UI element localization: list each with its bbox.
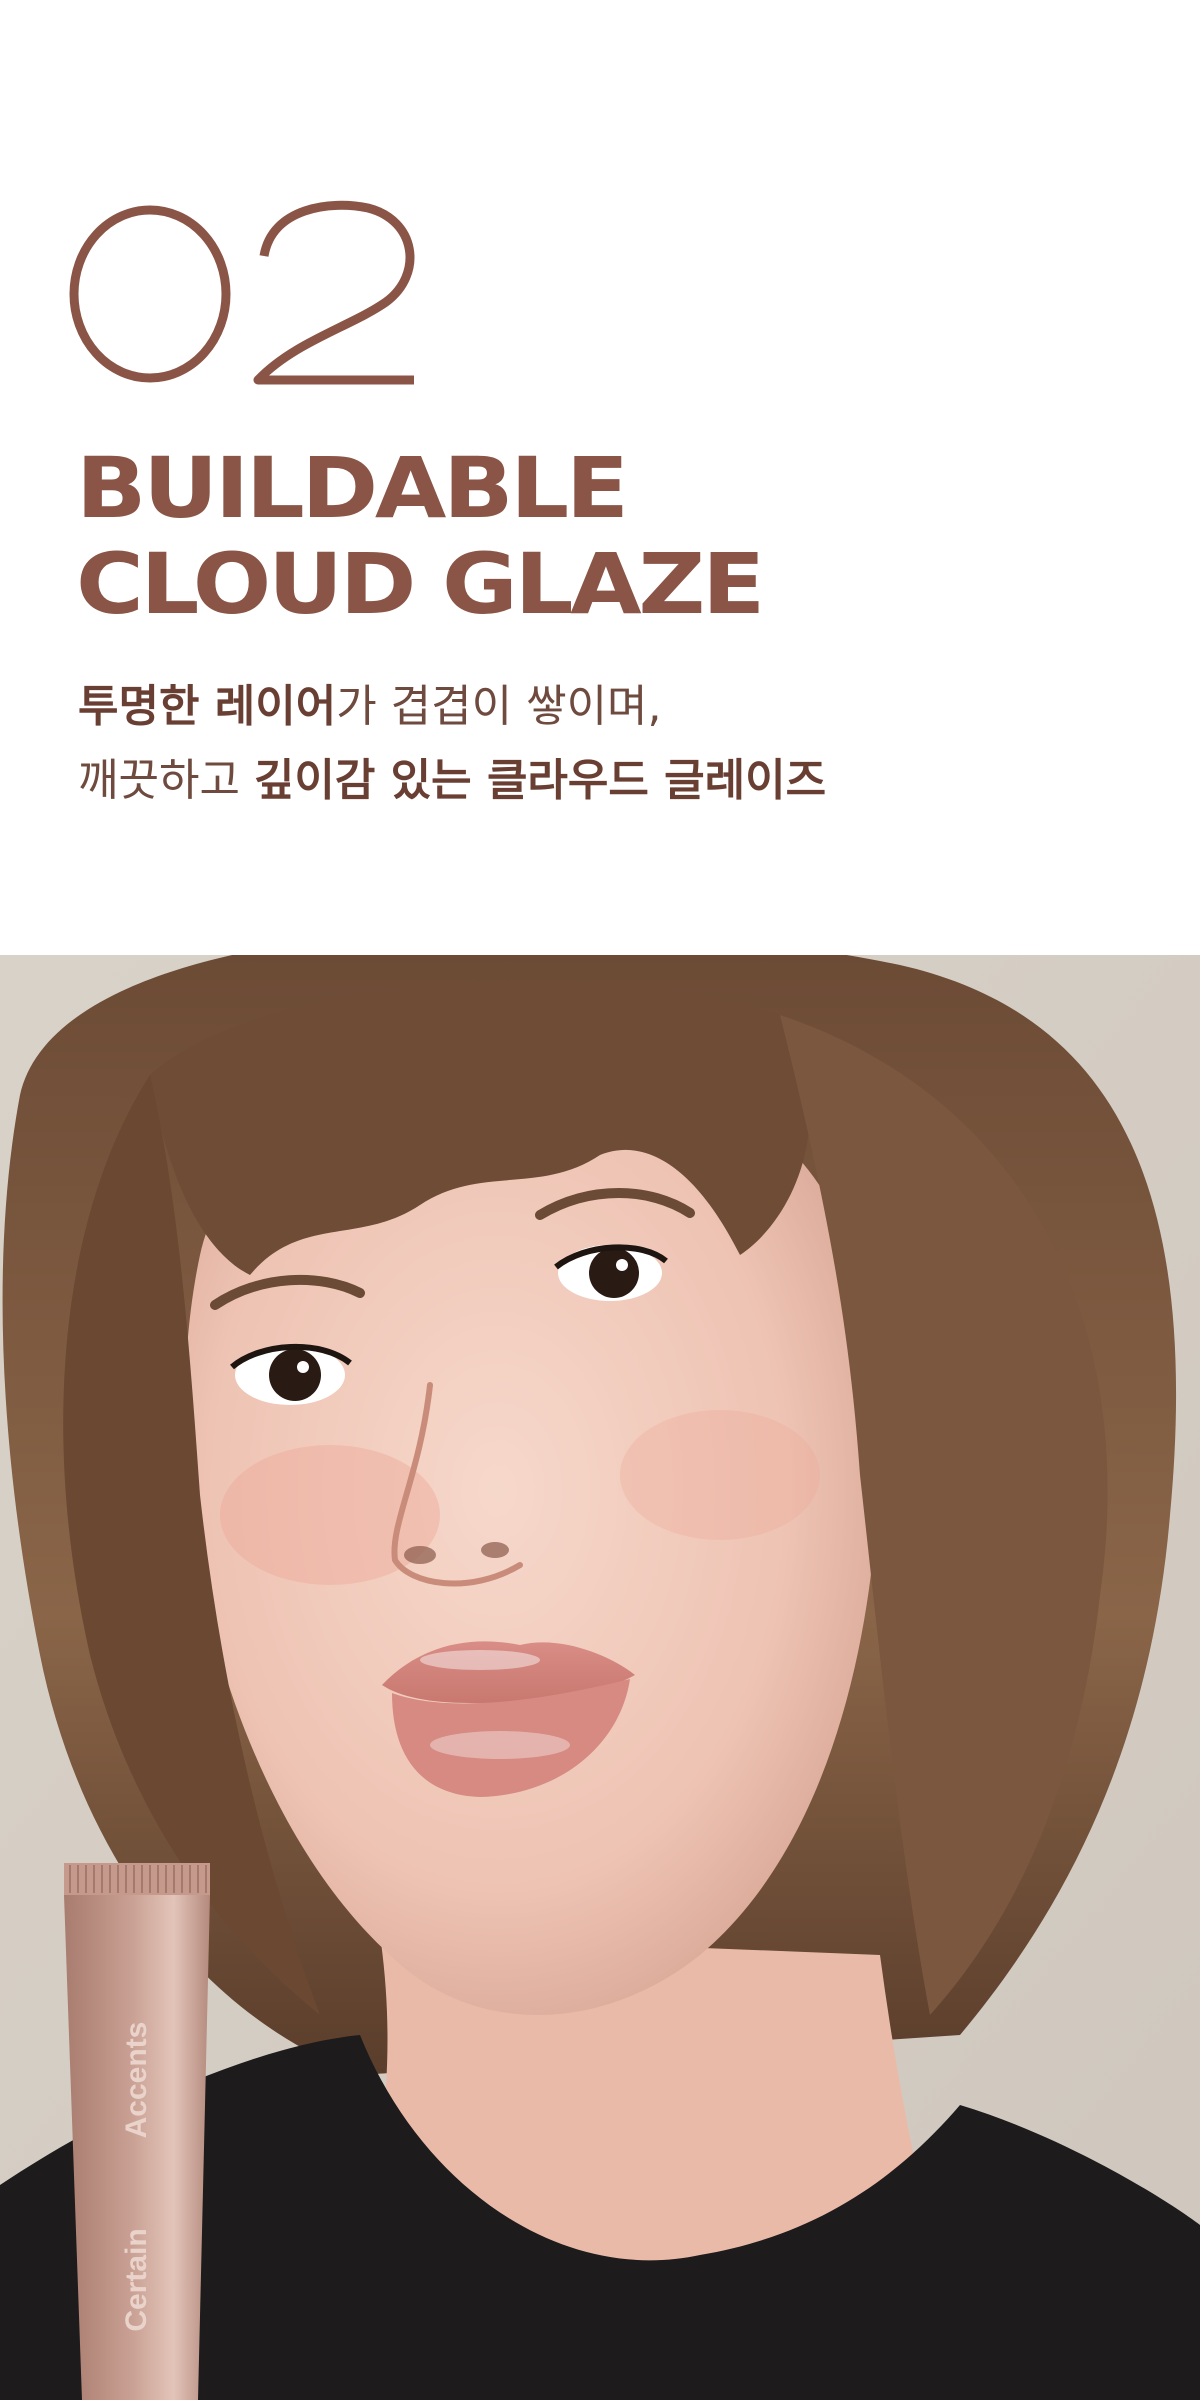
body-line-1-regular: 가 겹겹이 쌓이며, <box>336 681 662 732</box>
body-line-2-regular: 깨끗하고 <box>78 755 254 806</box>
section-number-graphic <box>69 200 415 385</box>
tube-label-certain: Certain <box>120 2228 153 2331</box>
product-tube: Accents Certain <box>64 1863 210 2400</box>
body-line-1: 투명한 레이어가 겹겹이 쌓이며, <box>78 670 1128 744</box>
headline-line-1: BUILDABLE <box>76 439 629 537</box>
body-line-2-emphasis: 깊이감 있는 클라우드 글레이즈 <box>253 755 827 806</box>
model-photo: Accents Certain <box>0 955 1200 2400</box>
model-photo-illustration: Accents Certain <box>0 955 1200 2400</box>
headline: BUILDABLE CLOUD GLAZE <box>76 440 1176 632</box>
body-line-2: 깨끗하고 깊이감 있는 클라우드 글레이즈 <box>78 744 1128 818</box>
tube-label-accents: Accents <box>120 2022 153 2139</box>
body-line-1-emphasis: 투명한 레이어 <box>78 681 337 732</box>
body-copy: 투명한 레이어가 겹겹이 쌓이며, 깨끗하고 깊이감 있는 클라우드 글레이즈 <box>78 670 1128 818</box>
headline-line-2: CLOUD GLAZE <box>76 535 765 633</box>
section-number: 02 <box>68 190 428 400</box>
